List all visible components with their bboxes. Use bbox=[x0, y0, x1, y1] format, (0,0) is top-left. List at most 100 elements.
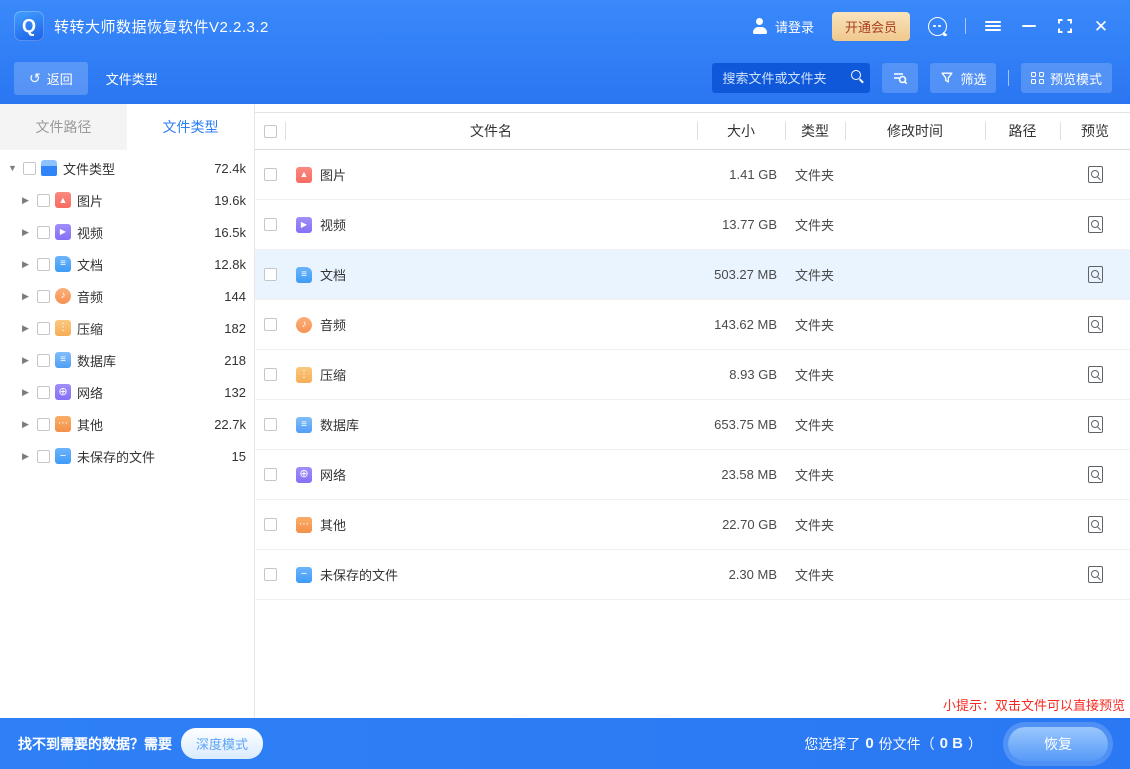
close-button[interactable]: ✕ bbox=[1092, 17, 1110, 35]
content-area: 文件路径 文件类型 ▼ 文件类型 72.4k ▶ ▲ 图片 19.6k bbox=[0, 104, 1130, 718]
row-checkbox[interactable] bbox=[264, 368, 277, 381]
expand-arrow-icon[interactable]: ▶ bbox=[22, 291, 37, 302]
preview-button[interactable] bbox=[1088, 316, 1103, 333]
preview-button[interactable] bbox=[1088, 266, 1103, 283]
close-icon: ✕ bbox=[1094, 18, 1108, 35]
maximize-button[interactable] bbox=[1056, 17, 1074, 35]
expand-arrow-icon[interactable]: ▶ bbox=[22, 259, 37, 270]
table-row-database[interactable]: ≡数据库 653.75 MB 文件夹 bbox=[255, 400, 1130, 450]
collapse-arrow-icon[interactable]: ▼ bbox=[8, 163, 23, 173]
tree-count: 132 bbox=[224, 385, 246, 400]
column-modified: 修改时间 bbox=[845, 113, 985, 149]
preview-button[interactable] bbox=[1088, 566, 1103, 583]
checkbox[interactable] bbox=[37, 290, 50, 303]
expand-arrow-icon[interactable]: ▶ bbox=[22, 195, 37, 206]
file-table: 文件名 大小 类型 修改时间 路径 预览 ▲图片 1.41 GB 文件夹 ▶视频… bbox=[255, 104, 1130, 718]
checkbox[interactable] bbox=[23, 162, 36, 175]
checkbox[interactable] bbox=[37, 354, 50, 367]
row-checkbox[interactable] bbox=[264, 218, 277, 231]
tree-item-root[interactable]: ▼ 文件类型 72.4k bbox=[0, 152, 254, 184]
expand-arrow-icon[interactable]: ▶ bbox=[22, 451, 37, 462]
filter-button[interactable]: 筛选 bbox=[930, 63, 996, 93]
preview-button[interactable] bbox=[1088, 516, 1103, 533]
divider bbox=[1008, 70, 1009, 86]
preview-button[interactable] bbox=[1088, 466, 1103, 483]
expand-arrow-icon[interactable]: ▶ bbox=[22, 419, 37, 430]
tree-item-doc[interactable]: ▶ ≡ 文档 12.8k bbox=[0, 248, 254, 280]
toolbar: ↺ 返回 文件类型 筛选 预览模式 bbox=[0, 52, 1130, 104]
checkbox[interactable] bbox=[37, 418, 50, 431]
preview-button[interactable] bbox=[1088, 216, 1103, 233]
tree-item-network[interactable]: ▶ ⊕ 网络 132 bbox=[0, 376, 254, 408]
checkbox[interactable] bbox=[37, 258, 50, 271]
list-search-icon bbox=[892, 70, 908, 86]
column-path: 路径 bbox=[985, 113, 1060, 149]
expand-arrow-icon[interactable]: ▶ bbox=[22, 227, 37, 238]
table-row-zip[interactable]: ⋮压缩 8.93 GB 文件夹 bbox=[255, 350, 1130, 400]
filter-label: 筛选 bbox=[960, 69, 986, 88]
search-box bbox=[712, 63, 870, 93]
file-size: 2.30 MB bbox=[697, 567, 785, 582]
open-vip-button[interactable]: 开通会员 bbox=[832, 12, 910, 41]
back-button[interactable]: ↺ 返回 bbox=[14, 62, 88, 95]
search-input[interactable] bbox=[712, 63, 870, 93]
list-search-button[interactable] bbox=[882, 63, 918, 93]
row-checkbox[interactable] bbox=[264, 568, 277, 581]
recover-button[interactable]: 恢复 bbox=[1008, 727, 1108, 761]
tree-count: 144 bbox=[224, 289, 246, 304]
table-row-image[interactable]: ▲图片 1.41 GB 文件夹 bbox=[255, 150, 1130, 200]
tree-item-image[interactable]: ▶ ▲ 图片 19.6k bbox=[0, 184, 254, 216]
grid-icon bbox=[1031, 72, 1044, 85]
tree-count: 12.8k bbox=[214, 257, 246, 272]
login-button[interactable]: 请登录 bbox=[752, 17, 814, 36]
expand-arrow-icon[interactable]: ▶ bbox=[22, 323, 37, 334]
table-row-other[interactable]: ⋯其他 22.70 GB 文件夹 bbox=[255, 500, 1130, 550]
row-checkbox[interactable] bbox=[264, 268, 277, 281]
tree-item-database[interactable]: ▶ ≡ 数据库 218 bbox=[0, 344, 254, 376]
tree-item-video[interactable]: ▶ ▶ 视频 16.5k bbox=[0, 216, 254, 248]
tab-file-type[interactable]: 文件类型 bbox=[127, 104, 254, 150]
row-checkbox[interactable] bbox=[264, 318, 277, 331]
table-header: 文件名 大小 类型 修改时间 路径 预览 bbox=[255, 112, 1130, 150]
checkbox[interactable] bbox=[37, 226, 50, 239]
file-name: 音频 bbox=[320, 315, 346, 334]
file-type: 文件夹 bbox=[785, 565, 845, 584]
preview-button[interactable] bbox=[1088, 366, 1103, 383]
minimize-button[interactable] bbox=[1020, 17, 1038, 35]
database-type-icon: ≡ bbox=[55, 352, 71, 368]
row-checkbox[interactable] bbox=[264, 468, 277, 481]
tree-item-other[interactable]: ▶ ⋯ 其他 22.7k bbox=[0, 408, 254, 440]
tree-item-zip[interactable]: ▶ ⋮ 压缩 182 bbox=[0, 312, 254, 344]
tree-item-unsaved[interactable]: ▶ − 未保存的文件 15 bbox=[0, 440, 254, 472]
row-checkbox[interactable] bbox=[264, 168, 277, 181]
tab-file-path[interactable]: 文件路径 bbox=[0, 104, 127, 150]
deep-mode-button[interactable]: 深度模式 bbox=[181, 728, 263, 759]
checkbox[interactable] bbox=[37, 194, 50, 207]
tree-count: 22.7k bbox=[214, 417, 246, 432]
select-all-checkbox[interactable] bbox=[264, 125, 277, 138]
expand-arrow-icon[interactable]: ▶ bbox=[22, 355, 37, 366]
menu-button[interactable] bbox=[984, 17, 1002, 35]
file-size: 23.58 MB bbox=[697, 467, 785, 482]
preview-button[interactable] bbox=[1088, 416, 1103, 433]
row-checkbox[interactable] bbox=[264, 418, 277, 431]
row-checkbox[interactable] bbox=[264, 518, 277, 531]
table-row-unsaved[interactable]: −未保存的文件 2.30 MB 文件夹 bbox=[255, 550, 1130, 600]
preview-button[interactable] bbox=[1088, 166, 1103, 183]
search-icon[interactable] bbox=[851, 70, 861, 80]
customer-service-icon[interactable] bbox=[928, 17, 947, 36]
table-row-network[interactable]: ⊕网络 23.58 MB 文件夹 bbox=[255, 450, 1130, 500]
tree-label: 图片 bbox=[77, 191, 103, 210]
video-type-icon: ▶ bbox=[55, 224, 71, 240]
checkbox[interactable] bbox=[37, 322, 50, 335]
checkbox[interactable] bbox=[37, 386, 50, 399]
unsaved-file-type-icon: − bbox=[296, 567, 312, 583]
tree-item-audio[interactable]: ▶ ♪ 音频 144 bbox=[0, 280, 254, 312]
preview-mode-button[interactable]: 预览模式 bbox=[1021, 63, 1112, 93]
file-size: 653.75 MB bbox=[697, 417, 785, 432]
table-row-video[interactable]: ▶视频 13.77 GB 文件夹 bbox=[255, 200, 1130, 250]
expand-arrow-icon[interactable]: ▶ bbox=[22, 387, 37, 398]
checkbox[interactable] bbox=[37, 450, 50, 463]
table-row-doc[interactable]: ≡文档 503.27 MB 文件夹 bbox=[255, 250, 1130, 300]
table-row-audio[interactable]: ♪音频 143.62 MB 文件夹 bbox=[255, 300, 1130, 350]
